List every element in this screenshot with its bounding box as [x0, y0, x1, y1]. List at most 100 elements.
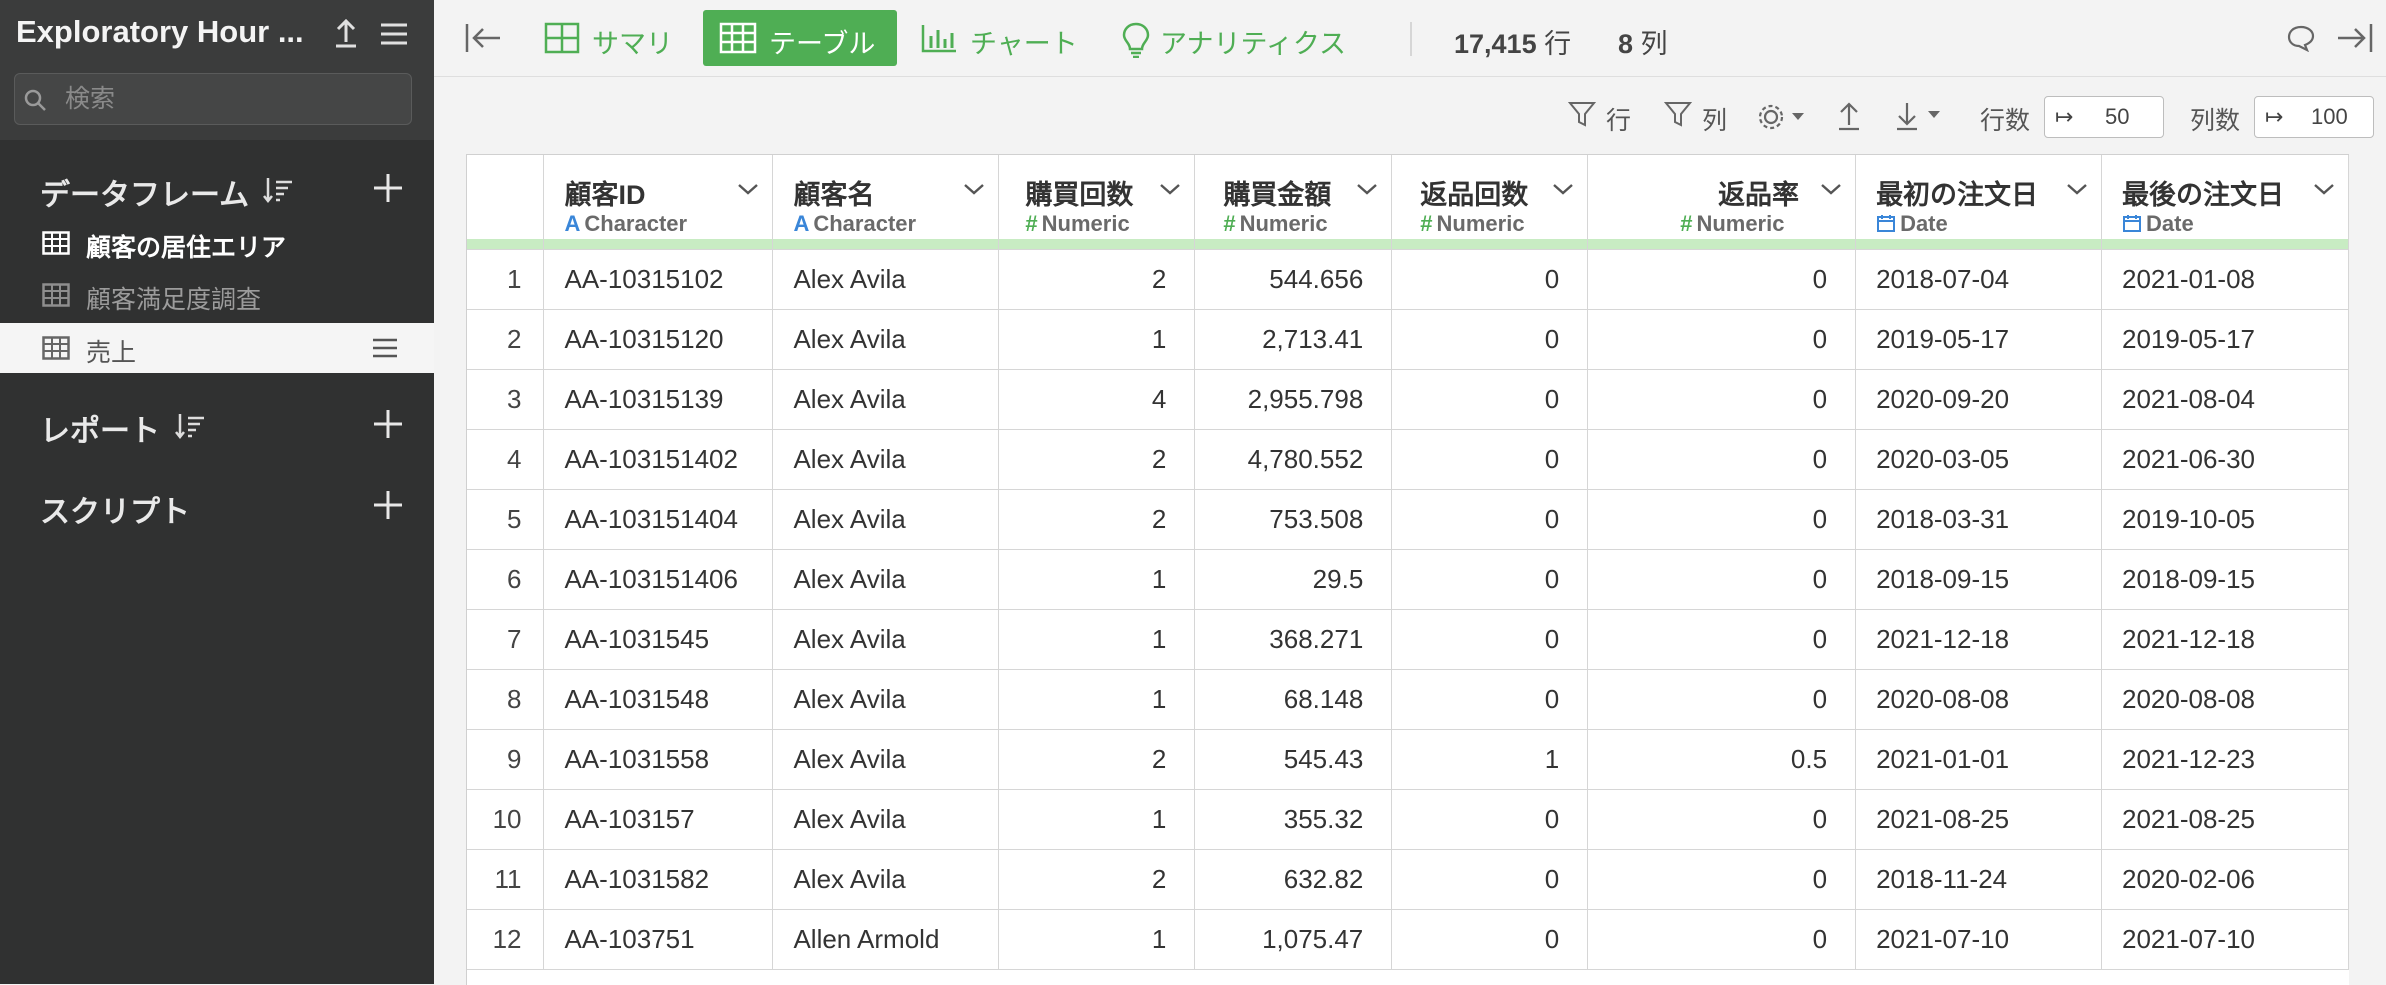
table-cell[interactable]: 2,713.41: [1194, 309, 1393, 370]
table-cell[interactable]: 0.5: [1587, 729, 1857, 790]
table-cell[interactable]: 29.5: [1194, 549, 1393, 610]
table-cell[interactable]: 1: [1391, 729, 1589, 790]
table-cell[interactable]: 0: [1587, 849, 1857, 910]
table-cell[interactable]: Alex Avila: [772, 309, 1000, 370]
chevron-down-icon[interactable]: [1355, 181, 1379, 202]
table-cell[interactable]: AA-10315102: [543, 249, 774, 310]
table-cell[interactable]: 2: [998, 249, 1196, 310]
table-cell[interactable]: 0: [1391, 309, 1589, 370]
row-index[interactable]: 4: [467, 429, 545, 490]
table-cell[interactable]: 2: [998, 489, 1196, 550]
table-cell[interactable]: 1: [998, 909, 1196, 970]
column-header[interactable]: 顧客ID A Character: [543, 155, 774, 250]
table-row[interactable]: 1 AA-10315102 Alex Avila 2 544.656 0 0 2018-07-…: [467, 249, 2349, 310]
table-cell[interactable]: 1: [998, 309, 1196, 370]
tab-summary[interactable]: サマリ: [534, 10, 684, 66]
table-cell[interactable]: 2021-01-01: [1855, 729, 2102, 790]
add-script-icon[interactable]: [368, 485, 408, 525]
table-cell[interactable]: 0: [1587, 669, 1857, 730]
table-cell[interactable]: 0: [1391, 249, 1589, 310]
table-cell[interactable]: 1,075.47: [1194, 909, 1393, 970]
table-cell[interactable]: 2021-08-25: [2101, 789, 2349, 850]
table-cell[interactable]: AA-103151402: [543, 429, 774, 490]
table-cell[interactable]: 1: [998, 669, 1196, 730]
settings-dropdown[interactable]: [1758, 102, 1810, 137]
chevron-down-icon[interactable]: [2065, 181, 2089, 202]
table-row[interactable]: 11 AA-1031582 Alex Avila 2 632.82 0 0 2018-11-2…: [467, 849, 2349, 910]
table-cell[interactable]: AA-1031548: [543, 669, 774, 730]
table-cell[interactable]: Alex Avila: [772, 369, 1000, 430]
table-cell[interactable]: AA-103157: [543, 789, 774, 850]
table-cell[interactable]: AA-1031582: [543, 849, 774, 910]
table-cell[interactable]: 0: [1587, 249, 1857, 310]
column-header[interactable]: 顧客名 A Character: [772, 155, 1000, 250]
table-cell[interactable]: Alex Avila: [772, 429, 1000, 490]
table-row[interactable]: 2 AA-10315120 Alex Avila 1 2,713.41 0 0 2019-05…: [467, 309, 2349, 370]
collapse-left-icon[interactable]: [464, 20, 502, 61]
table-cell[interactable]: 0: [1391, 549, 1589, 610]
table-cell[interactable]: 2: [998, 429, 1196, 490]
table-cell[interactable]: 355.32: [1194, 789, 1393, 850]
table-cell[interactable]: 2018-11-24: [1855, 849, 2102, 910]
table-row[interactable]: 8 AA-1031548 Alex Avila 1 68.148 0 0 2020-08-08…: [467, 669, 2349, 730]
table-cell[interactable]: 0: [1587, 309, 1857, 370]
table-cell[interactable]: 0: [1587, 549, 1857, 610]
table-cell[interactable]: 2019-05-17: [2101, 309, 2349, 370]
table-cell[interactable]: 2018-09-15: [1855, 549, 2102, 610]
comment-icon[interactable]: [2286, 24, 2316, 57]
column-header[interactable]: 購買回数 # Numeric: [998, 155, 1196, 250]
table-cell[interactable]: 2021-08-25: [1855, 789, 2102, 850]
table-cell[interactable]: 0: [1587, 909, 1857, 970]
column-header[interactable]: 返品回数 # Numeric: [1391, 155, 1589, 250]
menu-icon[interactable]: [376, 16, 412, 52]
table-cell[interactable]: 2021-12-18: [1855, 609, 2102, 670]
chevron-down-icon[interactable]: [2312, 181, 2336, 202]
table-cell[interactable]: 0: [1587, 489, 1857, 550]
column-header[interactable]: 購買金額 # Numeric: [1194, 155, 1393, 250]
table-cell[interactable]: 2021-08-04: [2101, 369, 2349, 430]
collapse-right-icon[interactable]: [2336, 20, 2374, 61]
table-cell[interactable]: Alex Avila: [772, 729, 1000, 790]
search-input[interactable]: [63, 82, 397, 116]
table-cell[interactable]: 2021-07-10: [2101, 909, 2349, 970]
table-cell[interactable]: 2020-08-08: [1855, 669, 2102, 730]
table-cell[interactable]: 2019-10-05: [2101, 489, 2349, 550]
sort-icon[interactable]: [262, 174, 296, 211]
table-cell[interactable]: Alex Avila: [772, 249, 1000, 310]
tab-table[interactable]: テーブル: [703, 10, 897, 66]
column-header[interactable]: 最初の注文日 Date: [1855, 155, 2102, 250]
table-row[interactable]: 9 AA-1031558 Alex Avila 2 545.43 1 0.5 2021-01-…: [467, 729, 2349, 790]
table-cell[interactable]: 2021-12-23: [2101, 729, 2349, 790]
table-cell[interactable]: AA-1031558: [543, 729, 774, 790]
table-cell[interactable]: 1: [998, 549, 1196, 610]
table-cell[interactable]: 4: [998, 369, 1196, 430]
chevron-down-icon[interactable]: [962, 181, 986, 202]
table-cell[interactable]: 0: [1587, 429, 1857, 490]
column-header[interactable]: 返品率 # Numeric: [1587, 155, 1857, 250]
table-cell[interactable]: AA-103151404: [543, 489, 774, 550]
upload-icon[interactable]: [328, 16, 364, 52]
table-cell[interactable]: 1: [998, 789, 1196, 850]
table-cell[interactable]: 2020-02-06: [2101, 849, 2349, 910]
table-cell[interactable]: 2018-07-04: [1855, 249, 2102, 310]
table-cell[interactable]: 2021-12-18: [2101, 609, 2349, 670]
table-cell[interactable]: 753.508: [1194, 489, 1393, 550]
table-cell[interactable]: 2021-07-10: [1855, 909, 2102, 970]
dataframe-item[interactable]: 顧客満足度調査: [0, 270, 434, 320]
table-cell[interactable]: Alex Avila: [772, 849, 1000, 910]
table-cell[interactable]: Alex Avila: [772, 789, 1000, 850]
table-cell[interactable]: 4,780.552: [1194, 429, 1393, 490]
table-cell[interactable]: Allen Armold: [772, 909, 1000, 970]
table-cell[interactable]: 0: [1391, 789, 1589, 850]
row-index[interactable]: 5: [467, 489, 545, 550]
table-row[interactable]: 12 AA-103751 Allen Armold 1 1,075.47 0 0 2021-0…: [467, 909, 2349, 970]
table-cell[interactable]: 2020-08-08: [2101, 669, 2349, 730]
row-index[interactable]: 6: [467, 549, 545, 610]
table-cell[interactable]: 1: [998, 609, 1196, 670]
table-row[interactable]: 4 AA-103151402 Alex Avila 2 4,780.552 0 0 2020-…: [467, 429, 2349, 490]
tab-chart[interactable]: チャート: [910, 10, 1090, 66]
table-cell[interactable]: Alex Avila: [772, 609, 1000, 670]
row-index[interactable]: 3: [467, 369, 545, 430]
table-cell[interactable]: Alex Avila: [772, 669, 1000, 730]
row-filter-button[interactable]: 行: [1567, 92, 1648, 142]
